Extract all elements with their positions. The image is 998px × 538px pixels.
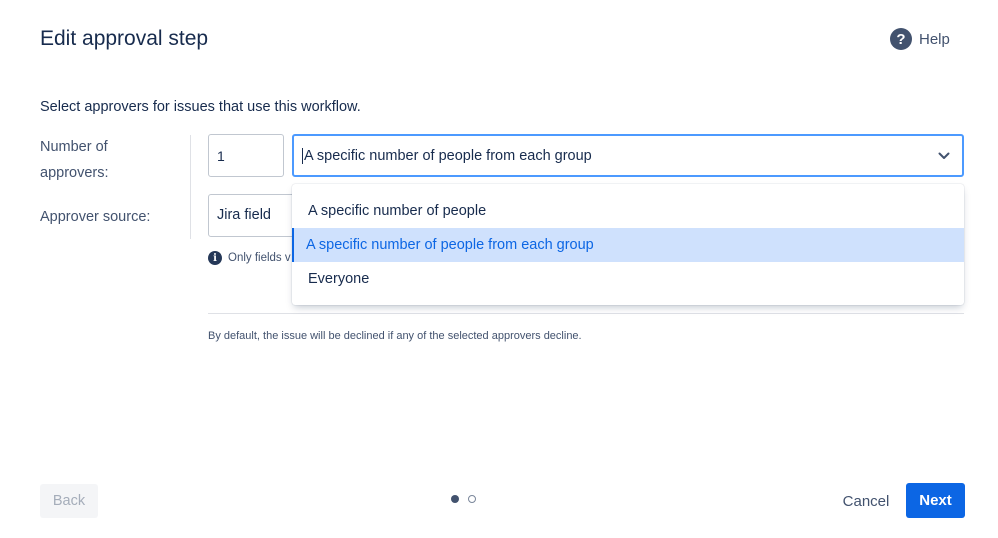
chevron-down-icon[interactable] [934,146,954,166]
approver-source-label: Approver source: [40,209,151,225]
back-button[interactable]: Back [40,484,98,518]
help-icon: ? [890,28,912,50]
approval-mode-dropdown: A specific number of people A specific n… [292,184,964,305]
step-indicator [451,495,476,503]
step-dot-current [451,495,459,503]
cancel-button[interactable]: Cancel [836,484,896,518]
info-text: Only fields v [228,252,291,264]
approval-mode-value: A specific number of people from each gr… [304,147,592,164]
approver-count-input[interactable] [208,134,284,177]
info-icon: i [208,251,222,265]
text-cursor [302,147,303,164]
decline-note: By default, the issue will be declined i… [208,330,582,342]
option-specific-number-each-group[interactable]: A specific number of people from each gr… [292,228,964,262]
next-button[interactable]: Next [906,483,965,518]
intro-text: Select approvers for issues that use thi… [40,99,361,115]
help-label: Help [919,30,950,48]
section-divider [208,313,964,314]
help-link[interactable]: ? Help [890,28,950,50]
option-everyone[interactable]: Everyone [292,262,964,296]
page-title: Edit approval step [40,27,209,50]
approver-source-hint: i Only fields v [208,251,291,265]
number-of-approvers-label: Number of approvers: [40,139,109,181]
step-dot-next [468,495,476,503]
form-divider [190,135,191,239]
approval-mode-select[interactable]: A specific number of people from each gr… [292,134,964,177]
option-specific-number[interactable]: A specific number of people [292,194,964,228]
